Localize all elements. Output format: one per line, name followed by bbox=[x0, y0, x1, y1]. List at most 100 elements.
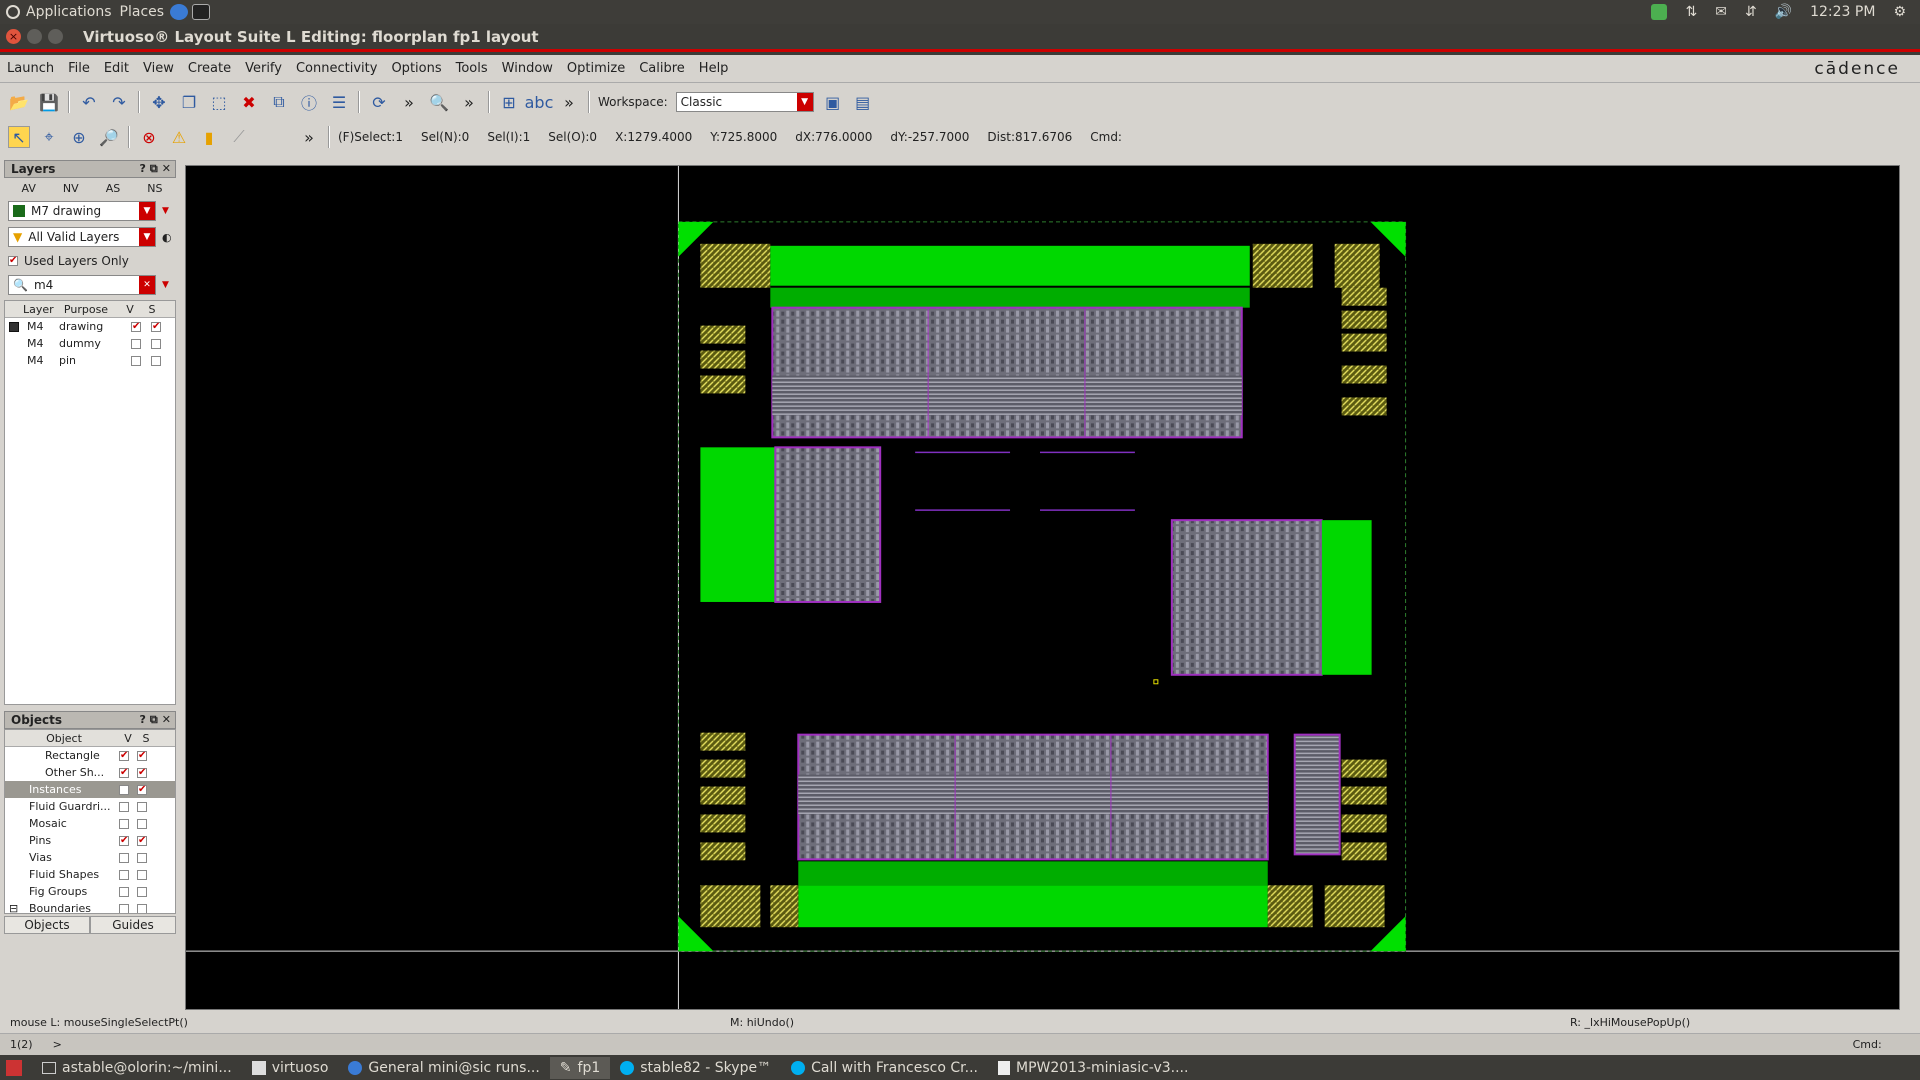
update-icon[interactable] bbox=[1651, 4, 1668, 20]
task-document[interactable]: MPW2013-miniasic-v3.... bbox=[988, 1057, 1198, 1079]
object-row[interactable]: Instances ✔ bbox=[5, 781, 175, 798]
object-visible-checkbox[interactable] bbox=[119, 886, 129, 897]
pad-ring-bottom-inner[interactable] bbox=[798, 861, 1268, 886]
menu-window[interactable]: Window bbox=[495, 61, 560, 76]
filter-options-icon[interactable]: ◐ bbox=[162, 231, 172, 244]
io-cell[interactable] bbox=[1341, 365, 1387, 384]
left-analog-block[interactable] bbox=[774, 446, 882, 603]
tab-av[interactable]: AV bbox=[22, 182, 36, 195]
pad-ring-top[interactable] bbox=[770, 245, 1250, 286]
show-desktop-icon[interactable] bbox=[6, 1060, 22, 1076]
clock[interactable]: 12:23 PM bbox=[1810, 4, 1875, 20]
io-cell[interactable] bbox=[1324, 885, 1385, 928]
layer-visible-checkbox[interactable] bbox=[131, 355, 141, 366]
object-visible-checkbox[interactable]: ✔ bbox=[119, 767, 129, 778]
tab-guides[interactable]: Guides bbox=[90, 916, 176, 934]
tab-objects[interactable]: Objects bbox=[4, 916, 90, 934]
layer-selectable-checkbox[interactable]: ✔ bbox=[151, 321, 161, 332]
menu-tools[interactable]: Tools bbox=[449, 61, 495, 76]
layer-row[interactable]: M4 drawing ✔ ✔ bbox=[5, 318, 175, 335]
warning-icon[interactable]: ⚠ bbox=[168, 126, 190, 148]
places-menu[interactable]: Places bbox=[120, 4, 165, 20]
task-skype[interactable]: stable82 - Skype™ bbox=[610, 1057, 781, 1079]
top-block-routing[interactable] bbox=[772, 375, 1242, 416]
close-icon[interactable]: ✕ bbox=[162, 713, 171, 727]
inspect-icon[interactable]: 🔎 bbox=[98, 126, 120, 148]
align-icon[interactable]: ☰ bbox=[328, 91, 350, 113]
command-prompt[interactable]: > bbox=[53, 1038, 1833, 1051]
undo-icon[interactable]: ↶ bbox=[78, 91, 100, 113]
gravity-icon[interactable]: ⊕ bbox=[68, 126, 90, 148]
pad-ring-top-inner[interactable] bbox=[770, 287, 1250, 308]
marker-icon[interactable]: ▮ bbox=[198, 126, 220, 148]
io-cell[interactable] bbox=[700, 786, 746, 805]
properties-icon[interactable]: ⓘ bbox=[298, 91, 320, 113]
workspace-save-icon[interactable]: ▣ bbox=[822, 91, 844, 113]
object-visible-checkbox[interactable] bbox=[119, 869, 129, 880]
object-selectable-checkbox[interactable] bbox=[137, 801, 147, 812]
io-cell[interactable] bbox=[700, 243, 771, 288]
snap-icon[interactable]: ⌖ bbox=[38, 126, 60, 148]
volume-icon[interactable]: 🔊 bbox=[1775, 4, 1792, 20]
io-cell[interactable] bbox=[1252, 243, 1313, 288]
io-cell[interactable] bbox=[700, 350, 746, 369]
task-skype-call[interactable]: Call with Francesco Cr... bbox=[781, 1057, 988, 1079]
io-cell[interactable] bbox=[700, 375, 746, 394]
redraw-icon[interactable]: ⟳ bbox=[368, 91, 390, 113]
save-icon[interactable]: 💾 bbox=[38, 91, 60, 113]
merge-icon[interactable]: ⧉ bbox=[268, 91, 290, 113]
menu-edit[interactable]: Edit bbox=[97, 61, 136, 76]
probe-icon[interactable]: ⊗ bbox=[138, 126, 160, 148]
tab-ns[interactable]: NS bbox=[147, 182, 162, 195]
io-cell[interactable] bbox=[1341, 287, 1387, 306]
copy-icon[interactable]: ❐ bbox=[178, 91, 200, 113]
io-cell[interactable] bbox=[1341, 786, 1387, 805]
tab-nv[interactable]: NV bbox=[63, 182, 79, 195]
menu-calibre[interactable]: Calibre bbox=[632, 61, 692, 76]
object-selectable-checkbox[interactable] bbox=[137, 818, 147, 829]
current-layer-select[interactable]: M7 drawing ▼ bbox=[8, 201, 156, 221]
menu-optimize[interactable]: Optimize bbox=[560, 61, 632, 76]
open-icon[interactable]: 📂 bbox=[8, 91, 30, 113]
power-icon[interactable]: ⚙ bbox=[1893, 4, 1906, 20]
io-cell[interactable] bbox=[1341, 759, 1387, 778]
io-cell[interactable] bbox=[1341, 814, 1387, 833]
maximize-icon[interactable] bbox=[48, 29, 63, 44]
redo-icon[interactable]: ↷ bbox=[108, 91, 130, 113]
object-row[interactable]: ⊟ Boundaries bbox=[5, 900, 175, 913]
more-icon[interactable]: » bbox=[398, 91, 420, 113]
menu-file[interactable]: File bbox=[61, 61, 97, 76]
object-selectable-checkbox[interactable] bbox=[137, 886, 147, 897]
io-cell[interactable] bbox=[700, 732, 746, 751]
terminal-icon[interactable] bbox=[192, 4, 211, 20]
mail-icon[interactable]: ✉ bbox=[1715, 4, 1727, 20]
menu-verify[interactable]: Verify bbox=[238, 61, 289, 76]
close-icon[interactable]: × bbox=[6, 29, 21, 44]
more-icon[interactable]: » bbox=[458, 91, 480, 113]
object-visible-checkbox[interactable] bbox=[119, 852, 129, 863]
io-cell[interactable] bbox=[1334, 243, 1380, 288]
io-cell[interactable] bbox=[770, 885, 799, 928]
task-terminal[interactable]: astable@olorin:~/mini... bbox=[32, 1057, 242, 1079]
close-icon[interactable]: ✕ bbox=[162, 162, 171, 176]
tab-as[interactable]: AS bbox=[106, 182, 121, 195]
hierarchy-icon[interactable]: ⊞ bbox=[498, 91, 520, 113]
layer-visible-checkbox[interactable] bbox=[131, 338, 141, 349]
zoom-icon[interactable]: 🔍 bbox=[428, 91, 450, 113]
object-visible-checkbox[interactable] bbox=[119, 818, 129, 829]
select-icon[interactable]: ↖ bbox=[8, 126, 30, 148]
help-icon[interactable]: ? bbox=[140, 162, 146, 176]
pad-ring-bottom[interactable] bbox=[798, 885, 1268, 928]
used-layers-checkbox[interactable]: ✔ bbox=[8, 256, 18, 266]
float-icon[interactable]: ⧉ bbox=[150, 713, 158, 727]
layer-visible-checkbox[interactable]: ✔ bbox=[131, 321, 141, 332]
layout-drawing[interactable] bbox=[186, 166, 1899, 1009]
object-visible-checkbox[interactable] bbox=[119, 801, 129, 812]
delete-icon[interactable]: ✖ bbox=[238, 91, 260, 113]
object-selectable-checkbox[interactable] bbox=[137, 852, 147, 863]
object-row[interactable]: Rectangle ✔ ✔ bbox=[5, 747, 175, 764]
layer-selectable-checkbox[interactable] bbox=[151, 338, 161, 349]
network-icon[interactable]: ⇅ bbox=[1685, 4, 1697, 20]
workspace-load-icon[interactable]: ▤ bbox=[852, 91, 874, 113]
object-visible-checkbox[interactable]: ✔ bbox=[119, 835, 129, 846]
